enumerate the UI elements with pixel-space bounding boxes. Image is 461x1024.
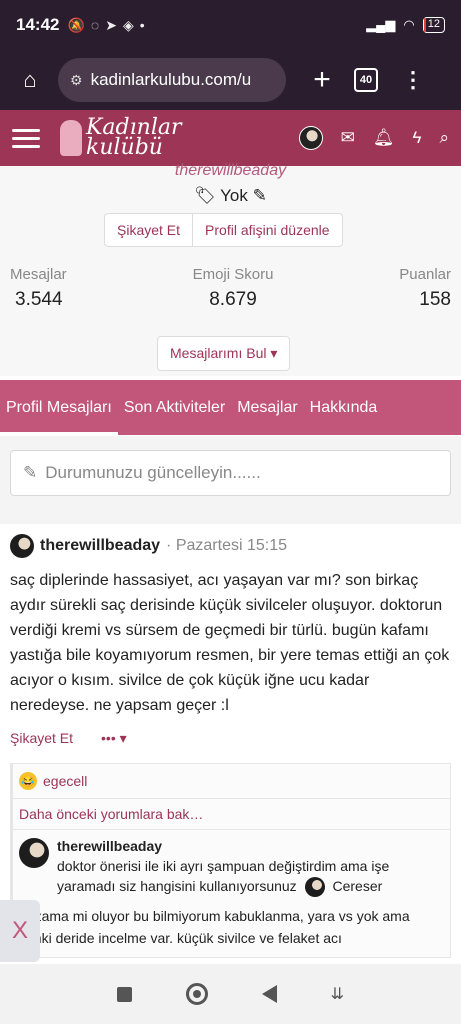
profile-summary: therewillbeaday 🏷 Yok ✎ Şikayet Et Profi… [0,162,461,376]
status-update-area: ✎ Durumunuzu güncelleyin...... [0,436,461,524]
tab-messages[interactable]: Mesajlar [235,380,299,435]
post-actions: Şikayet Et ••• ▾ [10,730,451,747]
report-post-button[interactable]: Şikayet Et [10,730,73,747]
stat-value: 3.544 [15,289,63,310]
mail-icon[interactable]: ✉ [341,128,355,148]
stat-value: 8.679 [209,289,257,310]
notification-icons: 🔕 ◌ ➤ ◈ • [67,17,144,34]
comment-text: doktor önerisi ile iki ayrı şampuan deği… [57,856,444,898]
profile-tag-row: 🏷 Yok ✎ [0,186,461,206]
tab-switcher-button[interactable]: 40 [354,68,378,92]
browser-menu-icon[interactable]: ⋮ [402,67,424,93]
comment-continuation: egzama mi oluyor bu bilmiyorum kabuklanm… [19,908,410,947]
post-timestamp[interactable]: · Pazartesi 15:15 [166,537,287,555]
account-avatar[interactable] [298,126,323,150]
profile-tabs: Profil Mesajları Son Aktiviteler Mesajla… [0,380,461,435]
whatsapp-icon: ◌ [90,16,100,33]
stat-points: Puanlar 158 [399,266,451,311]
telegram-icon: ➤ [105,16,117,33]
stat-emoji-score: Emoji Skoru 8.679 [193,266,274,311]
find-messages-button[interactable]: Mesajlarımı Bul ▾ [157,336,291,371]
comment: therewillbeaday doktor önerisi ile iki a… [13,830,450,905]
profile-tag-text: Yok [220,186,248,205]
report-profile-button[interactable]: Şikayet Et [105,214,192,246]
comments-block: 😂 egecell Daha önceki yorumlara bak… the… [10,763,451,959]
mention-user[interactable]: Cereser [332,878,382,894]
post-body: saç diplerinde hassasiyet, acı yaşayan v… [10,572,450,714]
edit-banner-button[interactable]: Profil afişini düzenle [192,214,342,246]
close-overlay-button[interactable]: X [0,900,40,962]
search-icon[interactable]: ⌕ [439,128,449,148]
profile-actions: Şikayet Et Profil afişini düzenle [104,213,343,247]
older-comments-link[interactable]: Daha önceki yorumlara bak… [13,799,450,830]
back-icon[interactable] [261,985,277,1003]
mute-icon: 🔕 [67,16,85,33]
stat-value: 158 [419,289,451,310]
clock: 14:42 [16,15,60,34]
signal-icon: ▂▄▆ [366,17,396,32]
reaction-row: 😂 egecell [13,764,450,799]
status-update-input[interactable]: ✎ Durumunuzu güncelleyin...... [10,450,451,496]
lightning-icon[interactable]: ϟ [412,128,421,148]
post-more-button[interactable]: ••• ▾ [101,730,127,747]
pencil-icon: ✎ [23,463,38,482]
post-username[interactable]: therewillbeaday [40,537,160,555]
site-logo[interactable]: Kadınlar kulübü [60,117,182,160]
avatar[interactable] [10,534,34,558]
post-header: therewillbeaday · Pazartesi 15:15 [10,534,451,558]
browser-toolbar: ⌂ ⚙ kadinlarkulubu.com/u + 40 ⋮ [0,50,461,110]
stat-label: Mesajlar [10,266,67,283]
pencil-icon[interactable]: ✎ [253,186,267,205]
mention-avatar[interactable] [304,877,325,898]
android-nav-bar: ⇊ [0,964,461,1024]
profile-stats: Mesajlar 3.544 Emoji Skoru 8.679 Puanlar… [0,266,461,311]
profile-username: therewillbeaday [174,162,287,179]
tab-recent-activity[interactable]: Son Aktiviteler [122,380,227,435]
home-icon[interactable]: ⌂ [12,62,48,98]
recents-icon[interactable] [116,986,132,1002]
site-header: Kadınlar kulübü ✉ 🔔︎ ϟ ⌕ [0,110,461,166]
comment-username[interactable]: therewillbeaday [57,838,444,854]
home-nav-icon[interactable] [185,983,208,1005]
address-bar[interactable]: ⚙ kadinlarkulubu.com/u [58,58,286,102]
caret-down-icon: ▾ [270,345,278,361]
laughing-emoji-icon: 😂 [19,772,37,790]
wifi-icon: ◠ [403,17,415,32]
stat-label: Puanlar [399,266,451,283]
site-settings-icon[interactable]: ⚙ [70,72,83,89]
url-text: kadinlarkulubu.com/u [90,70,252,89]
status-placeholder: Durumunuzu güncelleyin...... [45,463,261,482]
status-bar: 14:42 🔕 ◌ ➤ ◈ • ▂▄▆ ◠ 12 [0,0,461,50]
new-tab-button[interactable]: + [304,62,340,98]
tab-profile-messages[interactable]: Profil Mesajları [0,380,118,435]
tab-about[interactable]: Hakkında [308,380,380,435]
logo-text-line2: kulübü [86,135,163,160]
box-icon: ◈ [122,16,134,33]
tag-icon: 🏷 [194,186,216,205]
dot-icon: • [139,16,145,33]
reaction-user[interactable]: egecell [43,773,87,789]
battery-icon: 12 [422,17,445,33]
bell-icon[interactable]: 🔔︎ [373,128,395,148]
menu-icon[interactable] [12,128,40,148]
logo-figure-icon [60,120,82,156]
hide-keyboard-icon[interactable]: ⇊ [331,984,344,1004]
avatar[interactable] [19,838,49,868]
profile-post: therewillbeaday · Pazartesi 15:15 saç di… [0,524,461,964]
stat-label: Emoji Skoru [192,266,274,283]
stat-messages: Mesajlar 3.544 [10,266,67,311]
